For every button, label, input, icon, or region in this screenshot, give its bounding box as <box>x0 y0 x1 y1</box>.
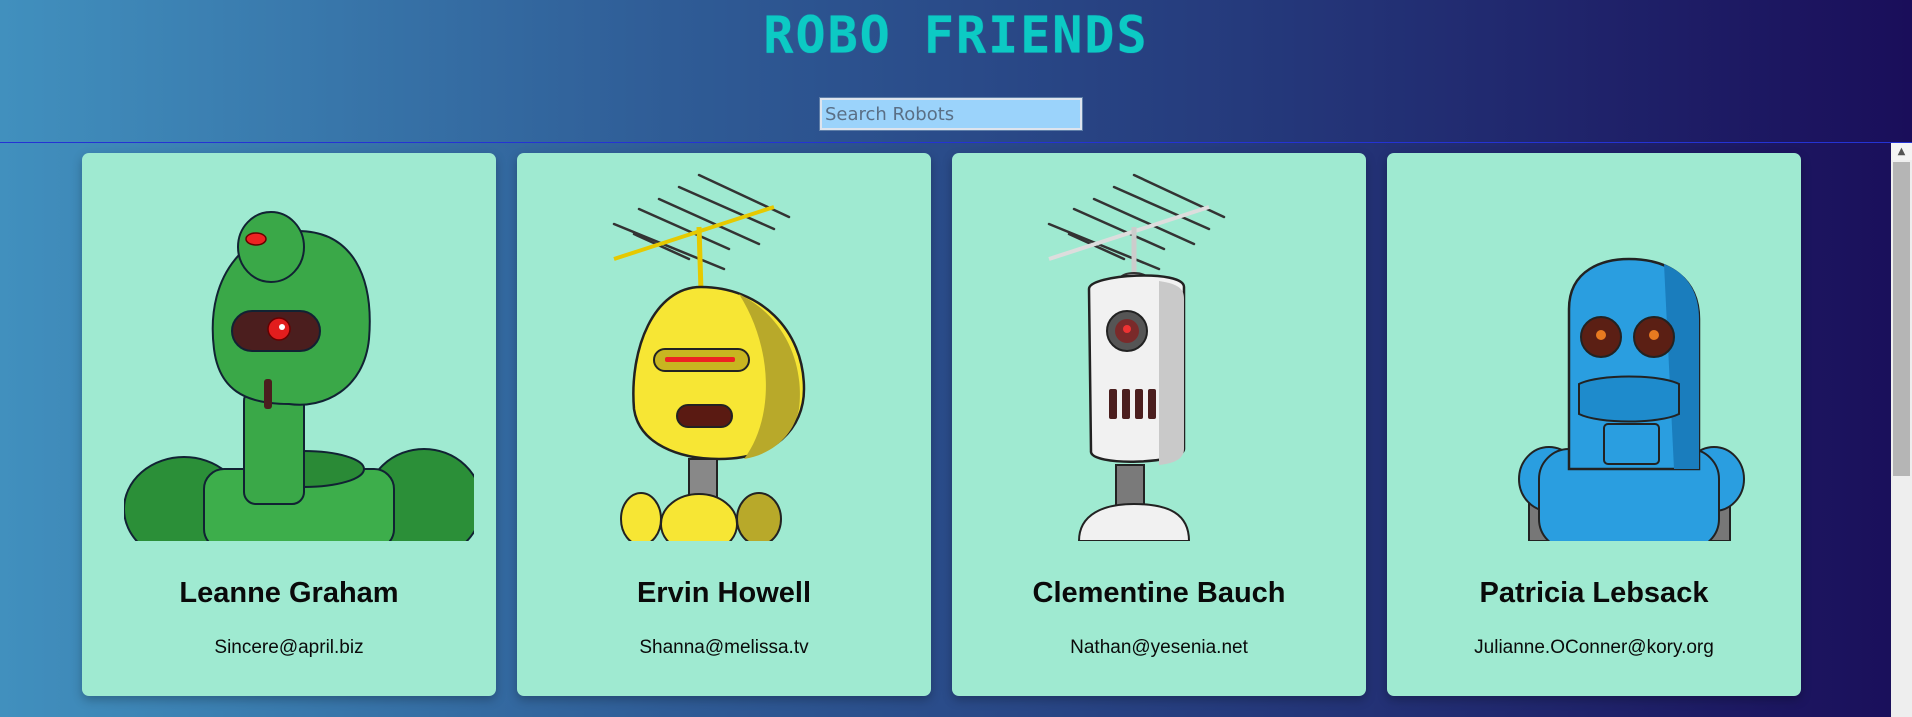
robot-card[interactable]: Leanne Graham Sincere@april.biz <box>82 153 496 696</box>
triangle-up-icon[interactable]: ▲ <box>1891 143 1912 160</box>
robot-name: Patricia Lebsack <box>1479 577 1709 609</box>
app-title: ROBO FRIENDS <box>763 5 1149 65</box>
robot-email: Sincere@april.biz <box>214 637 364 658</box>
robot-card[interactable]: Clementine Bauch Nathan@yesenia.net <box>952 153 1366 696</box>
search-input[interactable] <box>819 97 1083 131</box>
robot-email: Nathan@yesenia.net <box>1070 637 1248 658</box>
white-robot-avatar <box>1047 173 1226 541</box>
vertical-scrollbar[interactable]: ▲ <box>1891 143 1912 717</box>
robot-name: Ervin Howell <box>636 577 812 609</box>
green-robot-avatar <box>124 211 474 541</box>
robot-name: Clementine Bauch <box>1032 577 1286 609</box>
robot-email: Julianne.OConner@kory.org <box>1474 637 1714 658</box>
scrollbar-thumb[interactable] <box>1893 162 1910 476</box>
robot-card[interactable]: Ervin Howell Shanna@melissa.tv <box>517 153 931 696</box>
card-list: Leanne Graham Sincere@april.biz Ervin Ho… <box>0 143 1912 717</box>
robot-name: Leanne Graham <box>179 577 399 609</box>
robot-card[interactable]: Patricia Lebsack Julianne.OConner@kory.o… <box>1387 153 1801 696</box>
blue-robot-avatar <box>1518 257 1745 541</box>
robot-email: Shanna@melissa.tv <box>639 637 809 658</box>
yellow-robot-avatar <box>612 173 806 541</box>
header: ROBO FRIENDS <box>0 0 1912 143</box>
